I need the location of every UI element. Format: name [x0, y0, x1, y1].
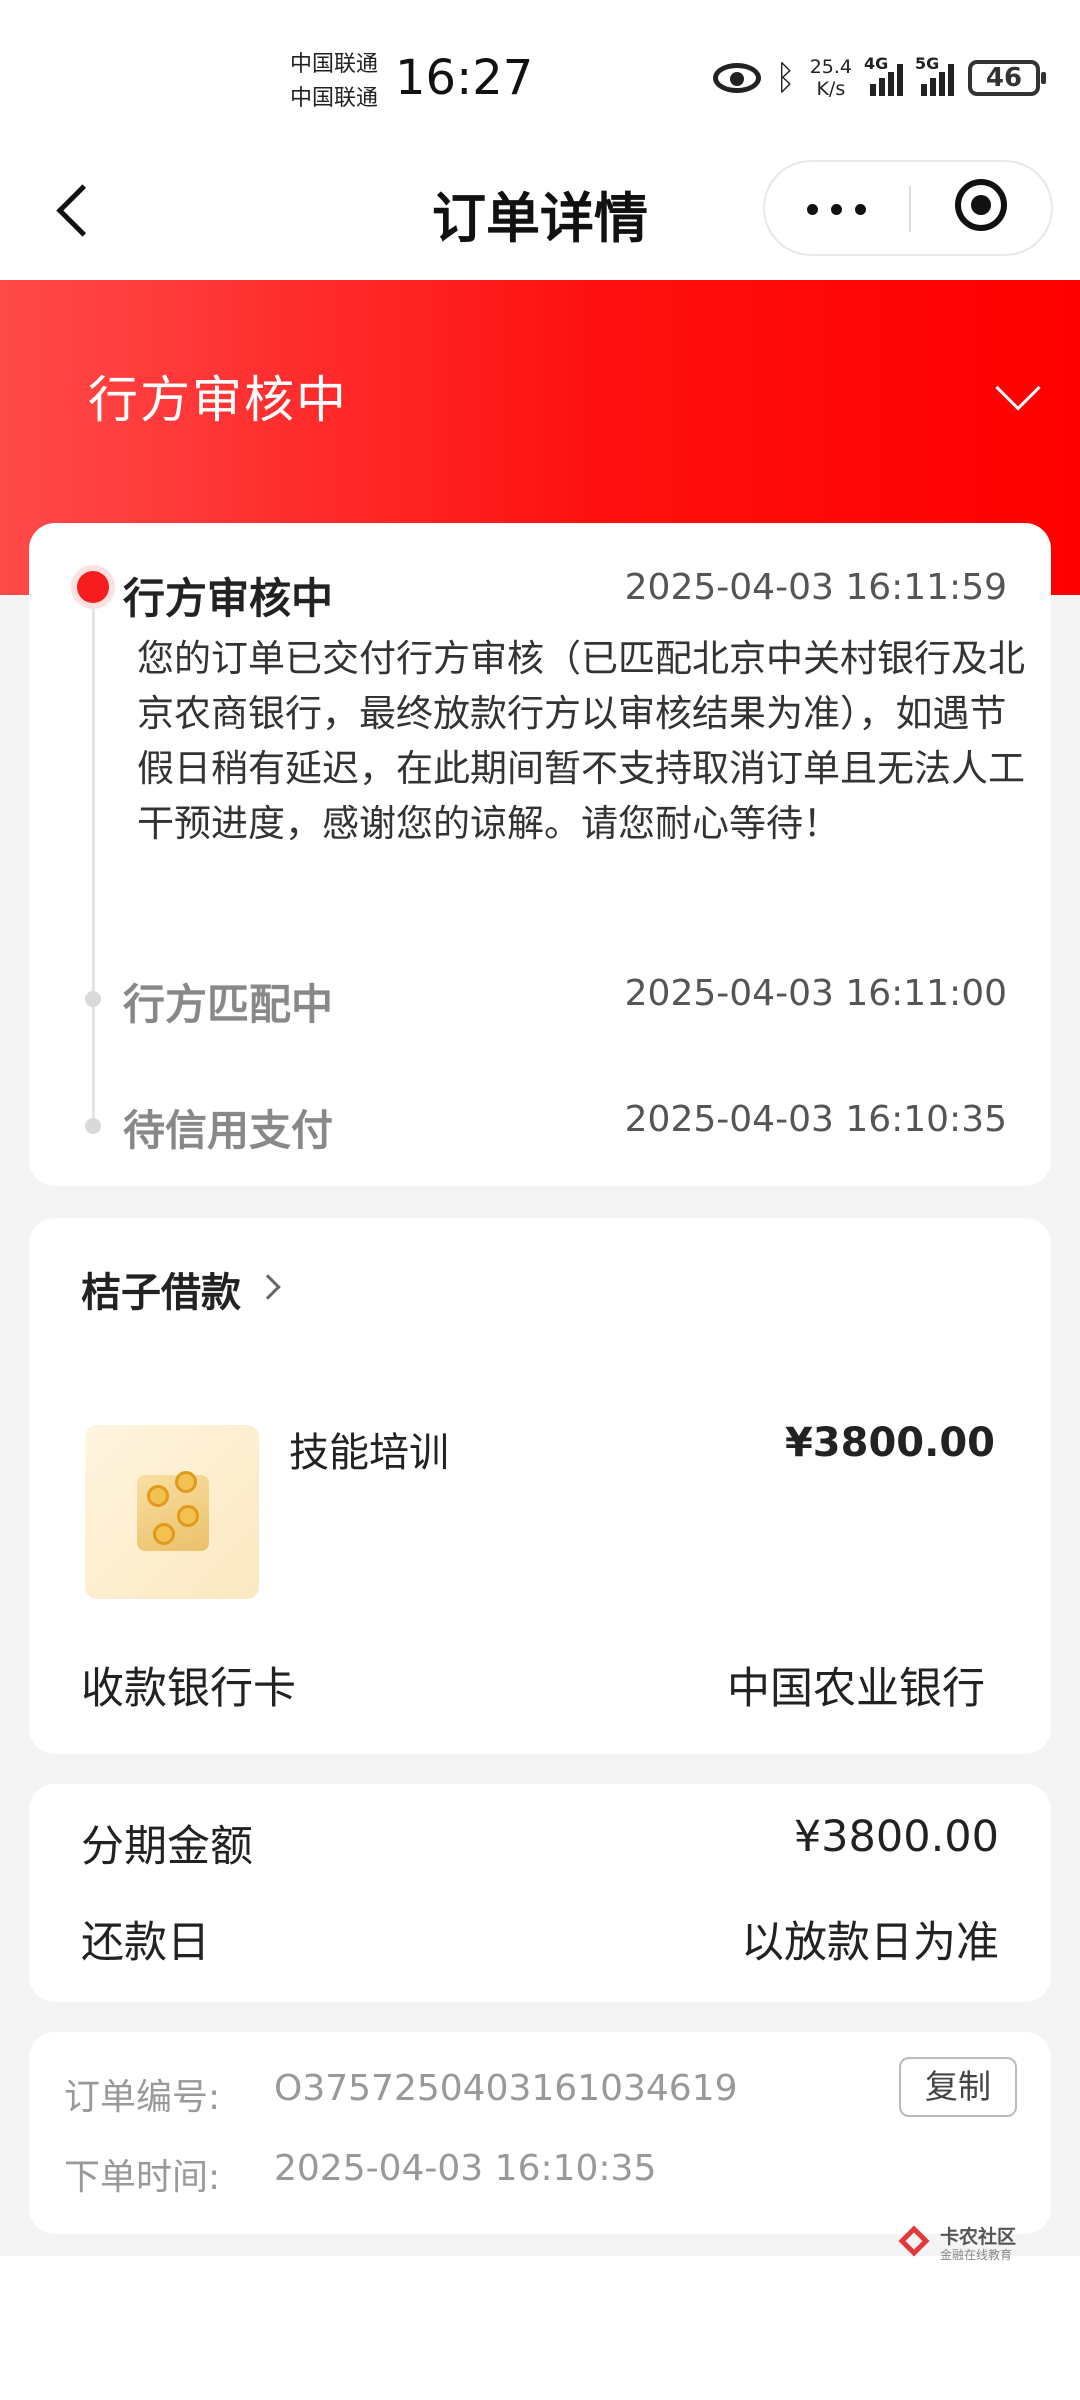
status-bar: 中国联通 中国联通 16:27 ᛒ 25.4 K/s 4G 5G 46: [0, 0, 1080, 150]
installment-amount-label: 分期金额: [81, 1822, 253, 1872]
installment-amount-value: ¥3800.00: [793, 1812, 999, 1862]
network-speed: 25.4 K/s: [810, 56, 852, 100]
chevron-right-icon[interactable]: [255, 1274, 281, 1300]
status-timeline-card: 行方审核中 2025-04-03 16:11:59 您的订单已交付行方审核（已匹…: [29, 523, 1051, 1186]
signal-2-tag: 5G: [915, 54, 940, 73]
signal-icon-2: 5G: [915, 54, 954, 96]
product-thumbnail: [85, 1425, 259, 1599]
close-target-icon[interactable]: [911, 162, 1055, 254]
coin-cube-icon: [125, 1461, 219, 1561]
watermark-subtitle: 金融在线教育: [940, 2248, 1013, 2262]
mini-program-capsule: [763, 160, 1053, 256]
timeline-line: [92, 589, 95, 1119]
watermark: 卡农社区 金融在线教育: [900, 2226, 1016, 2262]
signal-icon-1: 4G: [864, 54, 903, 96]
speed-unit: K/s: [816, 78, 846, 100]
repay-date-label: 还款日: [81, 1918, 210, 1968]
product-price: ¥3800.00: [784, 1420, 995, 1466]
product-card: 桔子借款 技能培训 ¥3800.00 收款银行卡 中国农业银行: [29, 1218, 1051, 1754]
timeline-step-time: 2025-04-03 16:11:00: [624, 973, 1007, 1014]
copy-button[interactable]: 复制: [899, 2057, 1017, 2117]
speed-value: 25.4: [809, 56, 852, 78]
timeline-dot: [85, 1118, 101, 1134]
product-name: 技能培训: [289, 1430, 449, 1476]
bank-card-value: 中国农业银行: [727, 1664, 985, 1714]
order-time-value: 2025-04-03 16:10:35: [274, 2148, 657, 2189]
battery-icon: 46: [968, 60, 1046, 96]
carrier-2: 中国联通: [290, 86, 379, 111]
more-dots-icon[interactable]: [765, 162, 909, 254]
order-info-card: 订单编号: O3757250403161034619 复制 下单时间: 2025…: [29, 2032, 1051, 2234]
timeline-step-title: 待信用支付: [123, 1106, 334, 1155]
watermark-title: 卡农社区: [940, 2226, 1017, 2248]
order-number-value: O3757250403161034619: [274, 2068, 738, 2109]
carrier-names: 中国联通 中国联通: [290, 48, 378, 116]
signal-1-tag: 4G: [864, 54, 889, 73]
eye-icon: [713, 63, 762, 93]
bank-card-label: 收款银行卡: [81, 1664, 296, 1714]
order-status-title: 行方审核中: [88, 371, 348, 429]
watermark-logo-icon: [900, 2227, 934, 2261]
timeline-dot-active: [77, 571, 109, 603]
timeline-step-title: 行方审核中: [123, 574, 334, 623]
timeline-step-time: 2025-04-03 16:10:35: [624, 1099, 1007, 1140]
merchant-link[interactable]: 桔子借款: [81, 1260, 241, 1318]
nav-bar: 订单详情: [0, 150, 1080, 280]
timeline-step-description: 您的订单已交付行方审核（已匹配北京中关村银行及北京农商银行，最终放款行方以审核结…: [137, 637, 1025, 845]
timeline-dot: [85, 991, 101, 1007]
carrier-1: 中国联通: [290, 52, 379, 77]
status-icons: ᛒ 25.4 K/s 4G 5G 46: [713, 54, 1046, 100]
repay-date-value: 以放款日为准: [741, 1918, 999, 1968]
timeline-step-time: 2025-04-03 16:11:59: [624, 567, 1007, 608]
timeline-step-title: 行方匹配中: [123, 980, 334, 1029]
bluetooth-icon: ᛒ: [775, 58, 796, 98]
order-number-label: 订单编号:: [64, 2077, 221, 2118]
bottom-bar: [0, 2256, 1080, 2400]
loan-info-card: 分期金额 ¥3800.00 还款日 以放款日为准: [29, 1784, 1051, 2002]
order-time-label: 下单时间:: [64, 2157, 221, 2198]
clock: 16:27: [395, 50, 534, 106]
